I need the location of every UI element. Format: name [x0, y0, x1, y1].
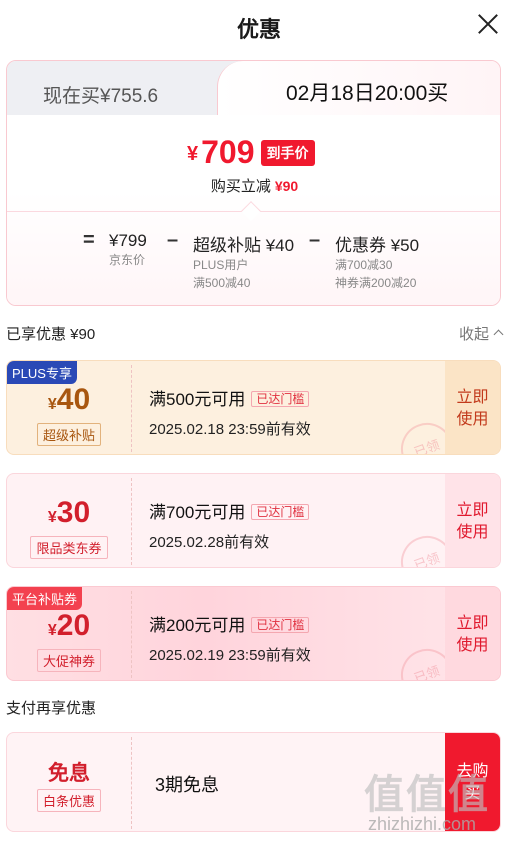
collapse-button[interactable]: 收起: [458, 323, 504, 344]
coupon-name-label: 超级补贴: [36, 423, 101, 446]
minus-sign: –: [167, 229, 179, 251]
coupon-condition-text: 满200元可用: [149, 616, 246, 635]
page-title: 优惠: [236, 17, 281, 42]
subsidy-rule: 满500减40: [193, 276, 251, 290]
tab-buy-later[interactable]: 02月18日20:00买: [217, 61, 500, 115]
threshold-badge: 已达门槛: [251, 617, 310, 633]
price-comparison-card: 现在买¥755.6 02月18日20:00买 ¥ 709 到手价 购买立减 ¥90…: [6, 60, 501, 306]
dashed-separator: [131, 591, 132, 678]
minus-sign: –: [309, 229, 321, 251]
installment-desc: 3期免息: [155, 775, 220, 795]
coupon-expiry: 2025.02.19 23:59前有效: [149, 647, 311, 664]
coupon-value: ¥30: [7, 496, 131, 530]
coupon-name: 大促神券: [7, 649, 131, 672]
enjoyed-discount-row: 已享优惠 ¥90 收起: [6, 323, 504, 344]
coupon-card: PLUS专享 ¥40 超级补贴 满500元可用 已达门槛 2025.02.18 2…: [6, 360, 501, 455]
coupon-value-number: 20: [56, 609, 91, 642]
subsidy-value: 超级补贴 ¥40: [193, 236, 295, 255]
coupon-info: 满200元可用 已达门槛 2025.02.19 23:59前有效: [149, 611, 311, 665]
pay-section-title: 支付再享优惠: [6, 700, 97, 717]
coupon-card: 平台补贴券 ¥20 大促神券 满200元可用 已达门槛 2025.02.19 23…: [6, 586, 501, 681]
coupon-amount: ¥20 大促神券: [7, 587, 131, 680]
dashed-separator: [131, 365, 132, 452]
equals-sign: =: [83, 229, 95, 251]
use-now-button[interactable]: 立即使用: [445, 361, 500, 454]
coupon-name-label: 大促神券: [36, 649, 101, 672]
use-now-label: 立即使用: [456, 614, 489, 654]
coupon-value: ¥40: [7, 383, 131, 417]
close-icon[interactable]: [474, 10, 502, 38]
instant-discount-label: 购买立减: [210, 178, 271, 195]
threshold-badge: 已达门槛: [251, 504, 310, 520]
use-now-button[interactable]: 立即使用: [445, 474, 500, 567]
subsidy-user: PLUS用户: [193, 258, 249, 272]
chevron-up-icon: [493, 329, 504, 340]
currency-symbol: ¥: [47, 622, 57, 639]
installment-title: 免息: [48, 762, 90, 785]
coupon-value: ¥20: [7, 609, 131, 643]
coupon-rule-1: 满700减30: [335, 258, 393, 272]
final-price-value: 709: [201, 134, 255, 170]
coupon-condition: 满700元可用 已达门槛: [149, 498, 310, 523]
final-price: ¥ 709 到手价: [187, 134, 315, 171]
coupon-condition: 满500元可用 已达门槛: [149, 385, 311, 410]
dashed-separator: [131, 737, 132, 829]
caret-pointer: [241, 201, 261, 221]
coupon-card: ¥30 限品类东券 满700元可用 已达门槛 2025.02.28前有效 已领 立…: [6, 473, 501, 568]
use-now-button[interactable]: 立即使用: [445, 587, 500, 680]
collapse-label: 收起: [458, 326, 489, 343]
coupon-value-number: 30: [56, 496, 91, 529]
currency-symbol: ¥: [47, 509, 57, 526]
formula-subsidy: 超级补贴 ¥40 PLUS用户 满500减40: [193, 231, 294, 292]
formula-jd-price: ¥799 京东价: [109, 231, 147, 269]
coupon-condition-text: 满500元可用: [149, 390, 246, 409]
tab-buy-now-label: 现在买¥755.6: [43, 86, 159, 107]
coupon-expiry: 2025.02.28前有效: [149, 534, 270, 551]
jd-price-value: ¥799: [109, 231, 147, 250]
watermark-logo: 值值值: [364, 773, 490, 817]
enjoyed-discount-label: 已享优惠 ¥90: [6, 326, 96, 343]
tab-buy-later-label: 02月18日20:00买: [286, 82, 449, 105]
price-formula: = ¥799 京东价 – 超级补贴 ¥40 PLUS用户 满500减40 – 优…: [7, 225, 500, 305]
coupon-info: 满500元可用 已达门槛 2025.02.18 23:59前有效: [149, 385, 311, 439]
coupon-amount: ¥30 限品类东券: [7, 474, 131, 567]
jd-price-label: 京东价: [109, 253, 146, 267]
formula-coupon: 优惠券 ¥50 满700减30 神券满200减20: [335, 231, 419, 292]
header: 优惠: [0, 0, 518, 52]
installment-name-label: 白条优惠: [36, 789, 101, 812]
currency-symbol: ¥: [187, 143, 199, 165]
final-price-tag: 到手价: [260, 139, 315, 166]
watermark-url: zhizhizhi.com: [368, 814, 477, 834]
dashed-separator: [131, 478, 132, 565]
coupon-amount: ¥40 超级补贴: [7, 361, 131, 454]
coupon-rule-2: 神券满200减20: [335, 276, 417, 290]
coupon-condition-text: 满700元可用: [149, 503, 246, 522]
instant-discount-amount: ¥90: [274, 178, 299, 194]
coupon-name: 超级补贴: [7, 423, 131, 446]
tab-buy-now[interactable]: 现在买¥755.6: [7, 61, 247, 115]
instant-discount: 购买立减 ¥90: [7, 175, 500, 196]
coupon-info: 满700元可用 已达门槛 2025.02.28前有效: [149, 498, 310, 552]
use-now-label: 立即使用: [456, 501, 489, 541]
installment-amount: 免息 白条优惠: [7, 733, 131, 831]
coupon-value-number: 40: [56, 383, 91, 416]
coupon-name: 限品类东券: [7, 536, 131, 559]
coupon-condition: 满200元可用 已达门槛: [149, 611, 311, 636]
threshold-badge: 已达门槛: [251, 391, 310, 407]
coupon-expiry: 2025.02.18 23:59前有效: [149, 421, 311, 438]
price-detail: ¥ 709 到手价 购买立减 ¥90 = ¥799 京东价 – 超级补贴 ¥40 …: [7, 115, 500, 305]
use-now-label: 立即使用: [456, 388, 489, 428]
installment-name: 白条优惠: [7, 789, 131, 812]
coupon-value: 优惠券 ¥50: [335, 236, 420, 255]
coupon-name-label: 限品类东券: [30, 536, 108, 559]
currency-symbol: ¥: [47, 396, 57, 413]
